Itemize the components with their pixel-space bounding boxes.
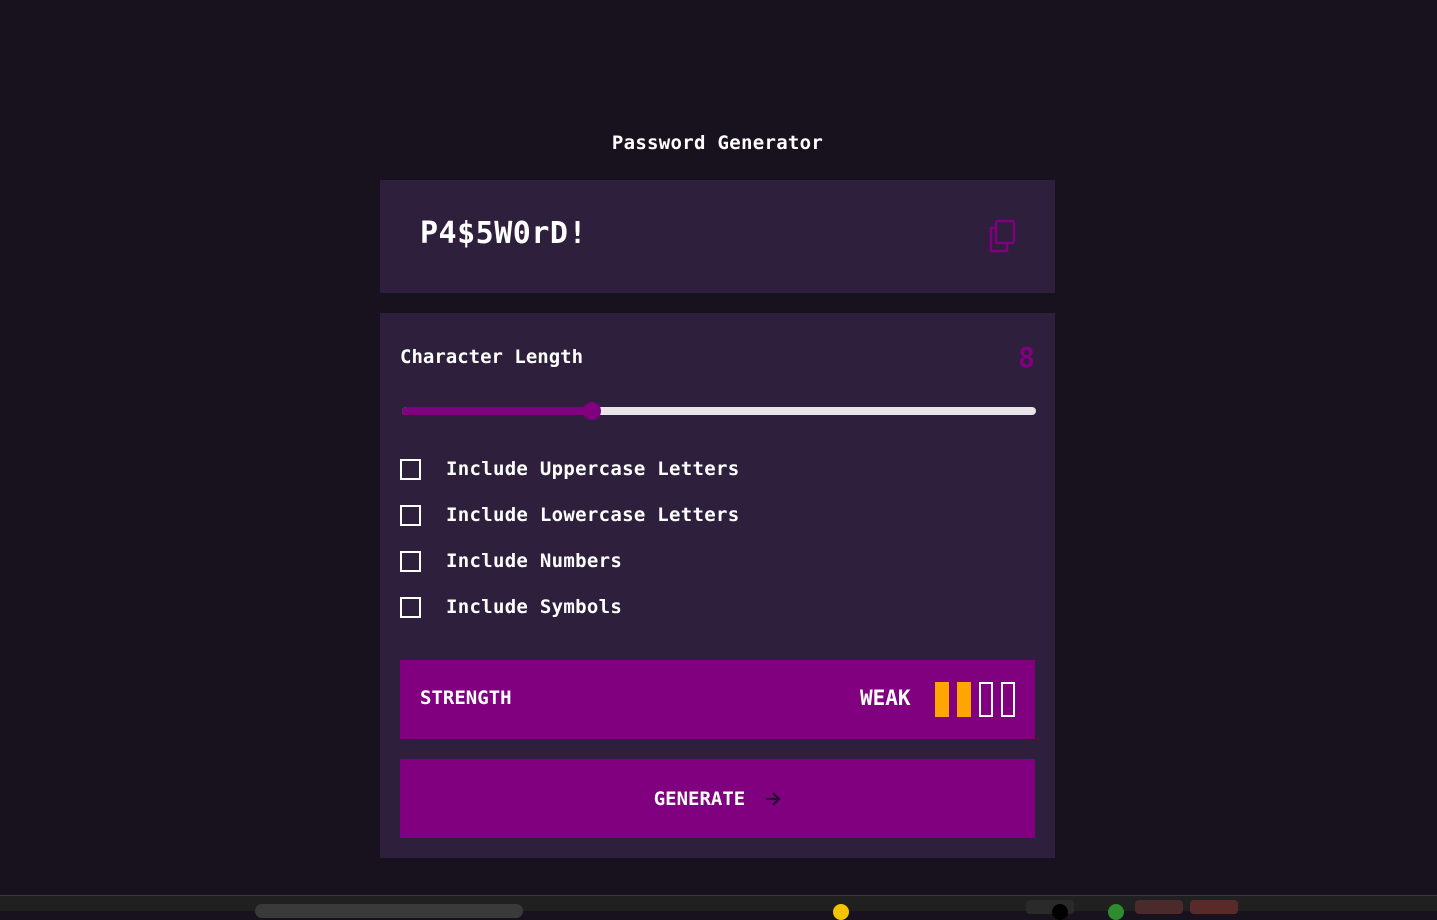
symbols-label: Include Symbols — [446, 596, 623, 618]
option-symbols[interactable]: Include Symbols — [400, 594, 622, 620]
strength-bars — [935, 682, 1015, 717]
option-uppercase[interactable]: Include Uppercase Letters — [400, 456, 739, 482]
lowercase-checkbox[interactable] — [400, 504, 421, 526]
strength-bar — [1001, 682, 1015, 717]
taskbar-app-icon[interactable] — [1190, 900, 1238, 914]
copy-button[interactable] — [987, 219, 1017, 253]
option-lowercase[interactable]: Include Lowercase Letters — [400, 502, 739, 528]
strength-bar — [957, 682, 971, 717]
character-length-value: 8 — [1018, 341, 1035, 374]
app-title: Password Generator — [611, 132, 824, 154]
copy-icon — [989, 219, 1016, 253]
strength-rating: WEAK — [860, 686, 911, 710]
slider-fill — [402, 407, 592, 415]
taskbar-app-icon[interactable] — [1108, 904, 1124, 920]
numbers-checkbox[interactable] — [400, 550, 421, 572]
symbols-checkbox[interactable] — [400, 596, 421, 618]
uppercase-label: Include Uppercase Letters — [446, 458, 740, 480]
generate-label: GENERATE — [653, 787, 746, 810]
uppercase-checkbox[interactable] — [400, 458, 421, 480]
arrow-right-icon — [766, 791, 781, 806]
strength-meter: STRENGTH WEAK — [400, 660, 1035, 739]
taskbar — [0, 895, 1437, 920]
password-output: P4$5W0rD! — [380, 180, 1055, 293]
character-length-label: Character Length — [400, 346, 584, 368]
strength-label: STRENGTH — [420, 687, 512, 709]
strength-bar — [979, 682, 993, 717]
strength-bar — [935, 682, 949, 717]
option-numbers[interactable]: Include Numbers — [400, 548, 622, 574]
numbers-label: Include Numbers — [446, 550, 623, 572]
taskbar-app-icon[interactable] — [1135, 900, 1183, 914]
taskbar-app-icon[interactable] — [833, 904, 849, 920]
password-text: P4$5W0rD! — [420, 216, 588, 251]
lowercase-label: Include Lowercase Letters — [446, 504, 740, 526]
length-slider[interactable] — [402, 402, 1036, 420]
slider-thumb[interactable] — [583, 402, 601, 420]
generate-button[interactable]: GENERATE — [400, 759, 1035, 838]
taskbar-app-icon[interactable] — [1052, 904, 1068, 920]
settings-panel: Character Length 8 Include Uppercase Let… — [380, 313, 1055, 858]
taskbar-search[interactable] — [255, 904, 523, 918]
